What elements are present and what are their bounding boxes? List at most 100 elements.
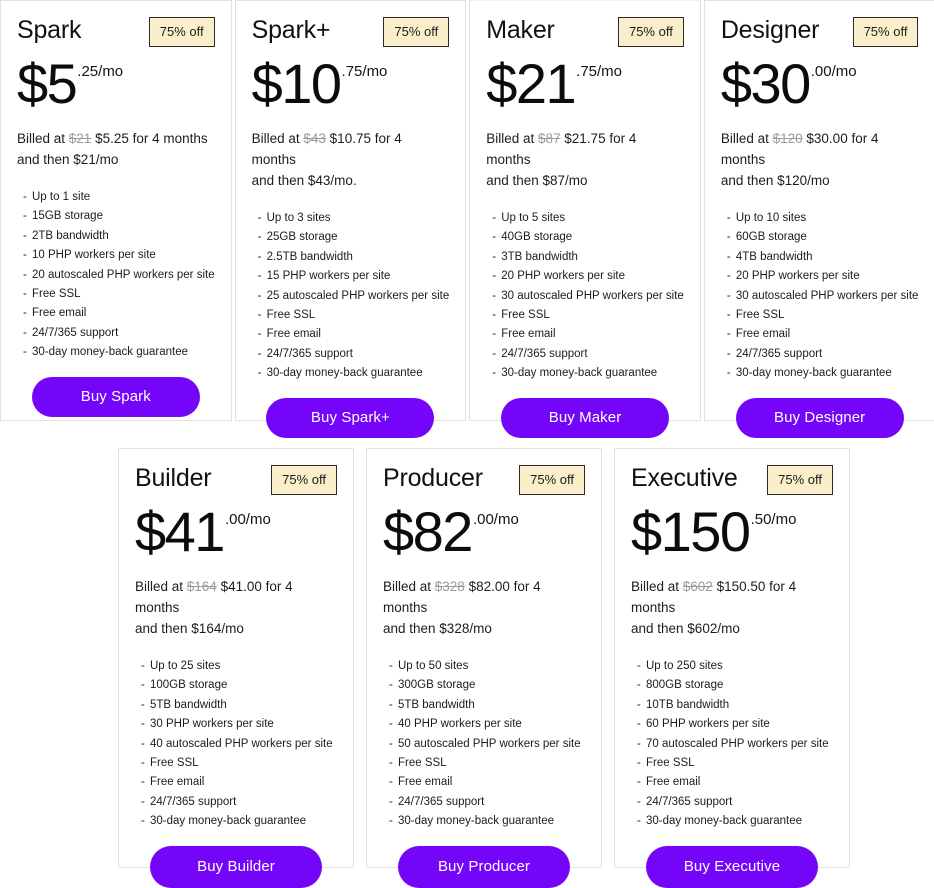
plan-feature-label: 15 PHP workers per site bbox=[266, 270, 391, 283]
dash-bullet-icon: - bbox=[23, 191, 27, 203]
plan-feature-label: 30-day money-back guarantee bbox=[32, 346, 188, 359]
billing-original-price: $21 bbox=[68, 131, 92, 146]
price-amount: $41 bbox=[135, 500, 225, 563]
buy-spark-button[interactable]: Buy Spark bbox=[31, 376, 200, 417]
price-amount: $30 bbox=[720, 52, 811, 115]
dash-bullet-icon: - bbox=[141, 757, 145, 770]
billing-note: Billed at $120 $30.00 for 4 months and th… bbox=[721, 128, 919, 191]
dash-bullet-icon: - bbox=[726, 270, 731, 283]
dash-bullet-icon: - bbox=[492, 270, 497, 283]
price-amount: $82 bbox=[383, 500, 473, 563]
plan-feature-item: -20 PHP workers per site bbox=[727, 267, 919, 286]
billing-note-prefix: Billed at bbox=[383, 579, 435, 594]
dash-bullet-icon: - bbox=[257, 270, 262, 283]
plan-feature-item: -24/7/365 support bbox=[141, 793, 337, 812]
dash-bullet-icon: - bbox=[141, 660, 145, 672]
dash-bullet-icon: - bbox=[141, 737, 145, 750]
plan-price: $10.75/mo bbox=[252, 53, 450, 115]
dash-bullet-icon: - bbox=[389, 679, 393, 692]
plan-feature-label: Free SSL bbox=[501, 309, 550, 322]
dash-bullet-icon: - bbox=[23, 326, 27, 339]
price-cents-period: .50/mo bbox=[750, 511, 797, 528]
dash-bullet-icon: - bbox=[141, 718, 145, 731]
dash-bullet-icon: - bbox=[257, 309, 262, 322]
plan-feature-label: 24/7/365 support bbox=[150, 795, 237, 808]
plan-feature-label: 20 PHP workers per site bbox=[735, 270, 860, 283]
buy-spark-plus-button[interactable]: Buy Spark+ bbox=[266, 397, 435, 438]
plan-price: $30.00/mo bbox=[721, 53, 919, 115]
plan-feature-label: 4TB bandwidth bbox=[735, 250, 813, 263]
plan-feature-label: 24/7/365 support bbox=[32, 326, 119, 339]
plan-feature-label: Up to 25 sites bbox=[150, 660, 221, 672]
billing-renewal-terms: and then $43/mo. bbox=[251, 173, 357, 188]
plan-feature-item: - Up to 250 sites bbox=[637, 657, 833, 676]
plan-feature-label: 40 autoscaled PHP workers per site bbox=[150, 737, 333, 750]
plan-card-spark[interactable]: Spark 75% off $5.25/mo Billed at $21 $5.25 … bbox=[0, 0, 232, 421]
dash-bullet-icon: - bbox=[257, 289, 262, 302]
plan-feature-label: 40 PHP workers per site bbox=[398, 718, 522, 731]
dash-bullet-icon: - bbox=[23, 268, 27, 281]
buy-designer-button[interactable]: Buy Designer bbox=[735, 397, 904, 438]
plan-feature-item: -20 PHP workers per site bbox=[492, 267, 684, 286]
plan-feature-item: - Free SSL bbox=[23, 285, 215, 304]
plan-card-maker[interactable]: Maker 75% off $21.75/mo Billed at $87 $21.7… bbox=[469, 0, 701, 438]
dash-bullet-icon: - bbox=[637, 757, 641, 770]
dash-bullet-icon: - bbox=[23, 229, 27, 242]
plan-feature-label: 30-day money-back guarantee bbox=[266, 367, 423, 380]
price-amount: $150 bbox=[631, 500, 751, 563]
plan-feature-item: -25GB storage bbox=[258, 228, 450, 247]
plan-name: Maker bbox=[486, 16, 555, 44]
plan-card-designer[interactable]: Designer 75% off $30.00/mo Billed at $120 $… bbox=[703, 0, 934, 438]
dash-bullet-icon: - bbox=[726, 231, 731, 244]
plan-feature-label: 2.5TB bandwidth bbox=[266, 250, 353, 263]
plan-feature-item: -2TB bandwidth bbox=[23, 227, 215, 246]
price-amount: $5 bbox=[17, 52, 78, 115]
billing-renewal-terms: and then $87/mo bbox=[486, 173, 588, 188]
dash-bullet-icon: - bbox=[389, 737, 393, 750]
plan-feature-item: -30-day money-back guarantee bbox=[23, 343, 215, 362]
plan-feature-item: -30-day money-back guarantee bbox=[727, 364, 919, 383]
plan-feature-item: -15 PHP workers per site bbox=[258, 267, 450, 286]
plan-card-spark-plus[interactable]: Spark+ 75% off $10.75/mo Billed at $43 $10.… bbox=[234, 0, 467, 438]
plan-feature-item: -24/7/365 support bbox=[727, 345, 919, 364]
plan-feature-list: - Up to 5 sites -40GB storage -3TB bandwidt… bbox=[486, 209, 684, 384]
dash-bullet-icon: - bbox=[389, 660, 393, 672]
billing-note-prefix: Billed at bbox=[486, 131, 538, 146]
plan-feature-item: -300GB storage bbox=[389, 676, 585, 695]
plan-card-header: Designer 75% off bbox=[721, 15, 919, 49]
dash-bullet-icon: - bbox=[492, 328, 497, 341]
plan-feature-label: 60GB storage bbox=[735, 231, 807, 244]
plan-feature-label: 10TB bandwidth bbox=[646, 698, 730, 711]
plan-card-builder[interactable]: Builder 75% off $41.00/mo Billed at $164 $4… bbox=[118, 448, 354, 888]
plan-feature-label: Free email bbox=[501, 328, 556, 341]
billing-note-prefix: Billed at bbox=[720, 131, 773, 146]
price-amount: $21 bbox=[486, 52, 576, 115]
dash-bullet-icon: - bbox=[492, 212, 497, 224]
billing-note: Billed at $602 $150.50 for 4 months and t… bbox=[631, 576, 833, 639]
dash-bullet-icon: - bbox=[389, 795, 393, 808]
dash-bullet-icon: - bbox=[637, 718, 641, 731]
billing-note: Billed at $328 $82.00 for 4 months and th… bbox=[383, 576, 585, 639]
dash-bullet-icon: - bbox=[726, 212, 731, 224]
plan-feature-list: - Up to 50 sites -300GB storage -5TB bandwi… bbox=[383, 657, 585, 832]
dash-bullet-icon: - bbox=[637, 660, 641, 672]
plan-feature-item: - Free email bbox=[389, 773, 585, 792]
plan-feature-list: - Up to 25 sites -100GB storage -5TB bandwi… bbox=[135, 657, 337, 832]
plan-feature-item: -800GB storage bbox=[637, 676, 833, 695]
plan-feature-label: 30-day money-back guarantee bbox=[398, 815, 554, 828]
plan-feature-item: -40 PHP workers per site bbox=[389, 715, 585, 734]
plan-feature-label: Free SSL bbox=[398, 757, 447, 770]
dash-bullet-icon: - bbox=[389, 698, 393, 711]
plan-feature-item: -70 autoscaled PHP workers per site bbox=[637, 735, 833, 754]
plan-card-executive[interactable]: Executive 75% off $150.50/mo Billed at $602… bbox=[614, 448, 850, 888]
dash-bullet-icon: - bbox=[637, 679, 641, 692]
discount-badge: 75% off bbox=[519, 465, 585, 495]
buy-maker-button[interactable]: Buy Maker bbox=[501, 397, 670, 438]
plan-card-producer[interactable]: Producer 75% off $82.00/mo Billed at $328 $… bbox=[366, 448, 602, 888]
dash-bullet-icon: - bbox=[141, 679, 145, 692]
plan-price: $5.25/mo bbox=[17, 53, 215, 115]
plan-feature-label: 20 PHP workers per site bbox=[501, 270, 626, 283]
billing-renewal-terms: and then $602/mo bbox=[631, 621, 740, 636]
plan-price: $41.00/mo bbox=[135, 501, 337, 563]
dash-bullet-icon: - bbox=[141, 795, 145, 808]
